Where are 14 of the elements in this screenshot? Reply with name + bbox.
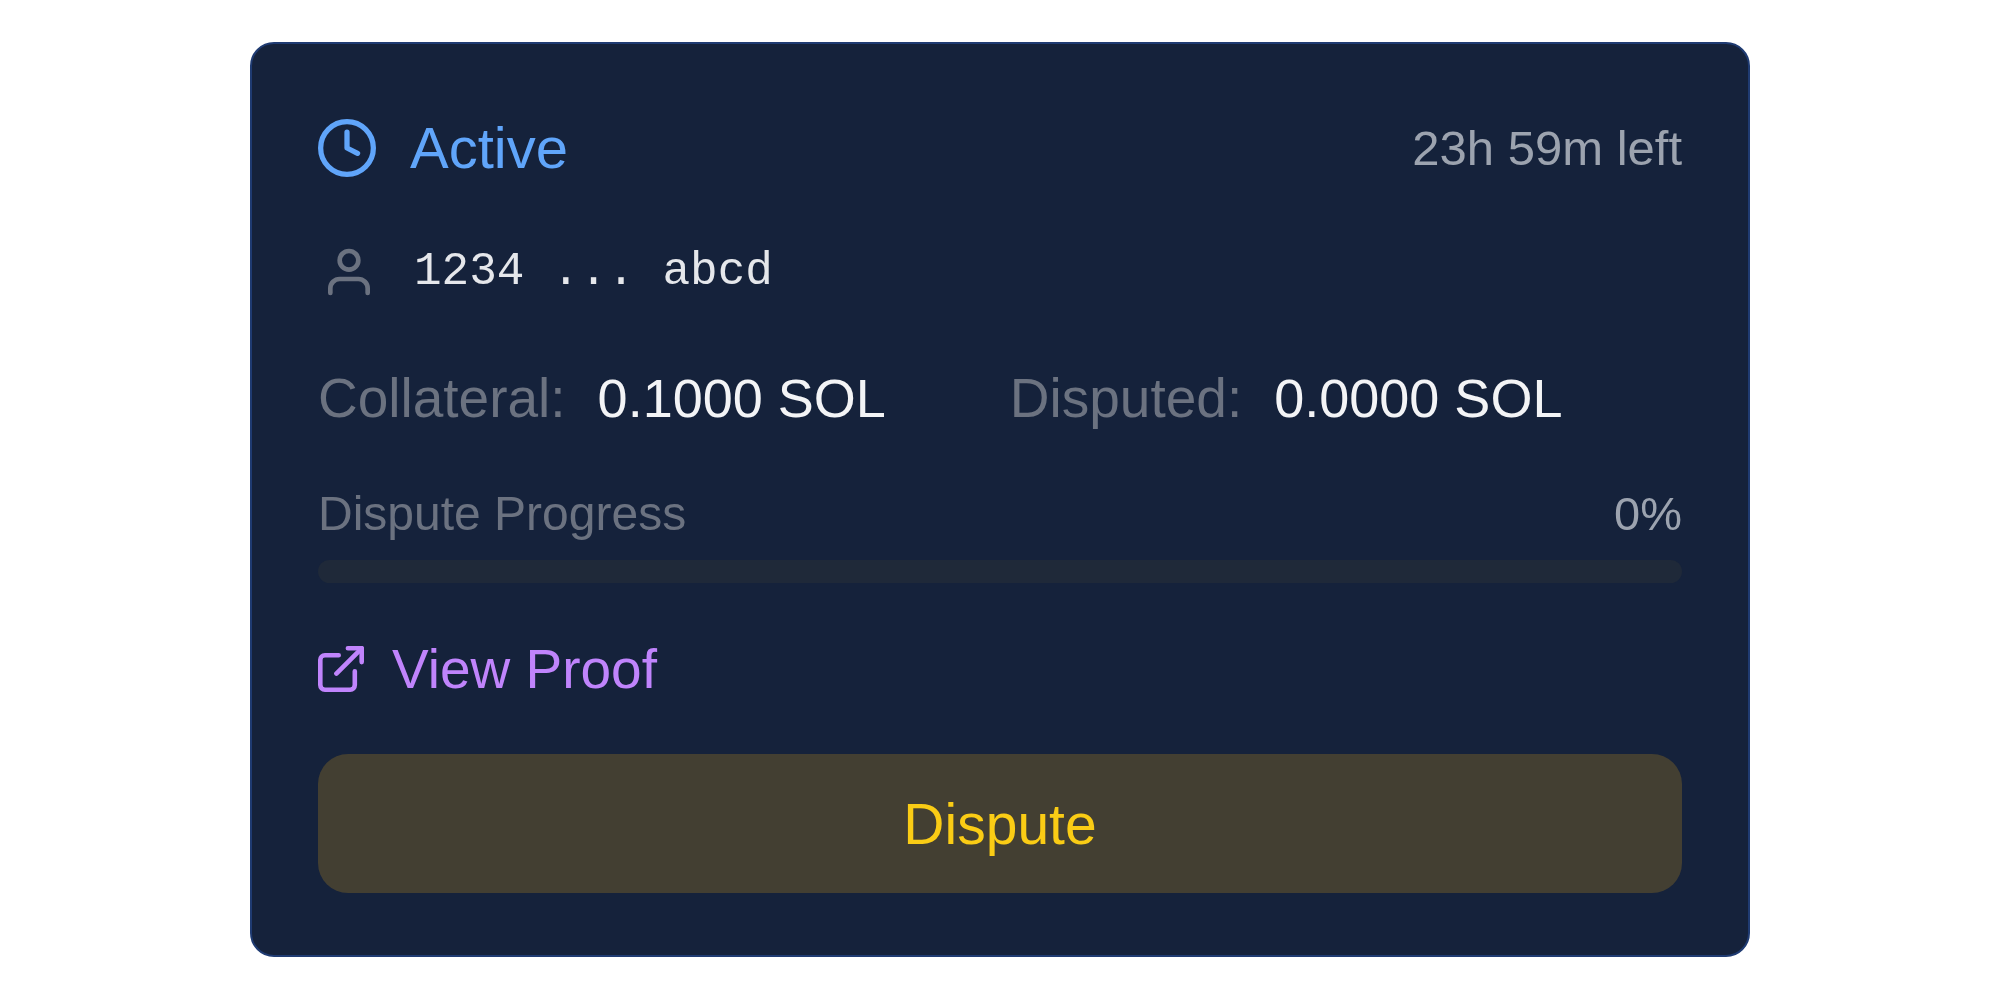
dispute-button[interactable]: Dispute xyxy=(318,754,1682,893)
wallet-address: 1234 ... abcd xyxy=(414,245,773,300)
stat-value: 0.0000 SOL xyxy=(1274,367,1563,429)
view-proof-link[interactable]: View Proof xyxy=(318,641,657,697)
external-link-icon xyxy=(318,646,364,692)
time-left: 23h 59m left xyxy=(1412,120,1682,177)
progress-label: Dispute Progress xyxy=(318,488,687,540)
stat-label: Collateral: xyxy=(318,367,566,429)
progress-reading: 0% xyxy=(1614,488,1682,540)
status-label: Active xyxy=(410,116,568,180)
stat-value: 0.1000 SOL xyxy=(597,367,886,429)
user-icon xyxy=(328,247,370,297)
clock-icon xyxy=(318,119,376,177)
stat-label: Disputed: xyxy=(1009,367,1243,429)
